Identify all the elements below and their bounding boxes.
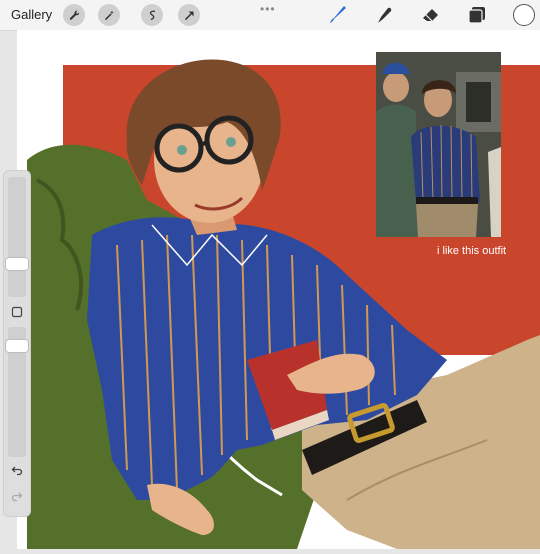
brush-size-handle[interactable] [5,257,29,271]
undo-icon[interactable] [9,463,25,477]
selection-icon[interactable] [141,4,163,26]
canvas-caption: i like this outfit [437,245,507,257]
top-toolbar: Gallery ••• [0,0,540,31]
opacity-slider[interactable] [5,327,29,457]
redo-icon[interactable] [9,489,25,503]
reference-photo [376,52,501,237]
wrench-icon[interactable] [63,4,85,26]
brush-sidebar [3,170,31,517]
color-swatch[interactable] [513,4,535,26]
layers-icon[interactable] [465,3,489,27]
more-handle-icon[interactable]: ••• [260,2,276,16]
bottom-edge [0,549,540,554]
opacity-handle[interactable] [5,339,29,353]
eraser-icon[interactable] [419,3,443,27]
smudge-icon[interactable] [372,3,396,27]
transform-arrow-icon[interactable] [178,4,200,26]
brush-size-slider[interactable] [5,177,29,297]
magic-wand-icon[interactable] [98,4,120,26]
brush-icon[interactable] [325,3,349,27]
drawing-canvas[interactable]: i like this outfit [17,30,540,549]
gallery-button[interactable]: Gallery [11,7,52,22]
square-icon[interactable] [9,305,25,319]
